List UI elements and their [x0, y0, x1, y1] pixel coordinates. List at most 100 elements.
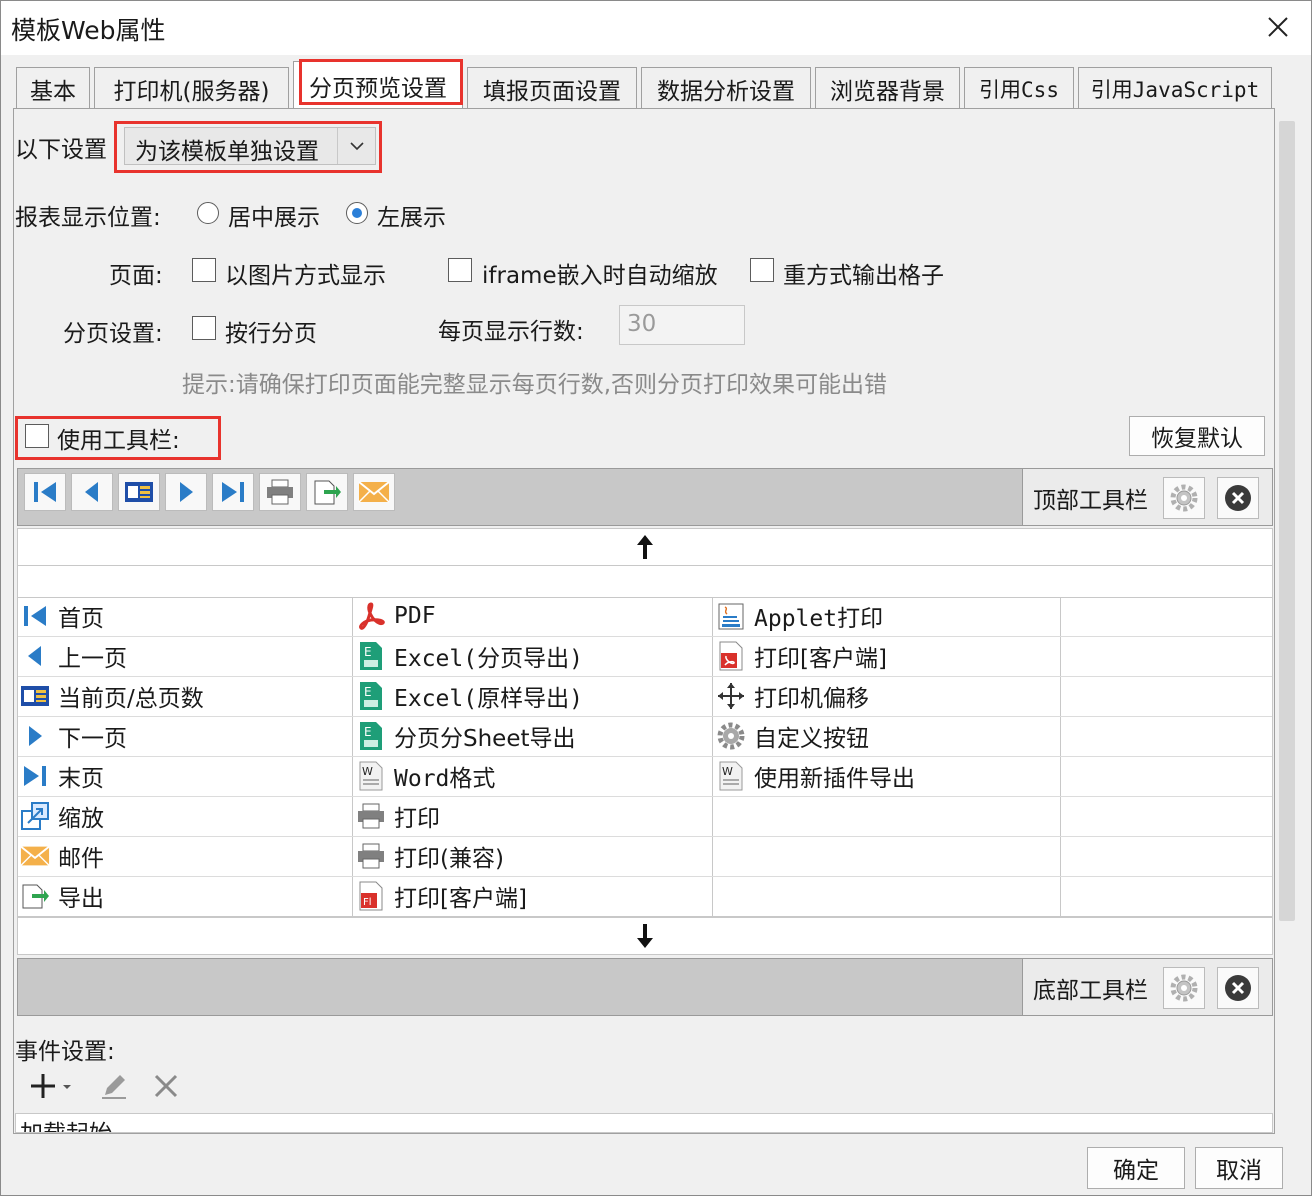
- next-page-tool[interactable]: [165, 473, 207, 511]
- export-tool[interactable]: [306, 473, 348, 511]
- tab-printer-server[interactable]: 打印机(服务器): [94, 67, 289, 109]
- restore-default-button[interactable]: 恢复默认: [1129, 416, 1265, 456]
- item-last-page[interactable]: 末页: [20, 756, 104, 796]
- page-by-row-label: 按行分页: [225, 321, 317, 347]
- print-tool[interactable]: [259, 473, 301, 511]
- checkbox-use-toolbar[interactable]: [25, 424, 49, 448]
- item-excel-sheet[interactable]: E 分页分Sheet导出: [356, 716, 576, 756]
- printer-icon: [267, 479, 293, 505]
- rows-per-page-label: 每页显示行数:: [438, 319, 584, 345]
- add-event-button[interactable]: [29, 1069, 77, 1103]
- chevron-down-icon: [337, 128, 376, 164]
- scrollbar-thumb[interactable]: [1279, 121, 1295, 921]
- top-toolbar: 顶部工具栏: [17, 468, 1273, 526]
- item-custom-button[interactable]: 自定义按钮: [716, 716, 869, 756]
- item-new-plugin-export[interactable]: W 使用新插件导出: [716, 756, 915, 796]
- top-toolbar-remove-button[interactable]: [1217, 477, 1259, 519]
- use-toolbar-label: 使用工具栏:: [57, 428, 180, 454]
- item-zoom[interactable]: 缩放: [20, 796, 104, 836]
- item-prev-page[interactable]: 上一页: [20, 636, 127, 676]
- tab-data-analysis[interactable]: 数据分析设置: [641, 67, 811, 109]
- last-page-icon: [24, 766, 46, 786]
- item-pdf[interactable]: PDF: [356, 596, 436, 636]
- checkbox-image-mode[interactable]: [192, 258, 216, 282]
- item-applet-print[interactable]: Applet打印: [716, 596, 883, 636]
- item-excel-paged[interactable]: E Excel(分页导出): [356, 636, 583, 676]
- prev-page-tool[interactable]: [71, 473, 113, 511]
- svg-text:W: W: [722, 765, 733, 778]
- mail-icon: [20, 845, 50, 866]
- events-list[interactable]: 加载起始: [15, 1113, 1273, 1133]
- close-button[interactable]: [1253, 5, 1303, 49]
- mail-icon: [358, 481, 390, 503]
- radio-center[interactable]: [197, 202, 219, 224]
- item-print-client-flash[interactable]: Fl 打印[客户端]: [356, 876, 527, 916]
- tab-page-preview[interactable]: 分页预览设置: [293, 61, 463, 109]
- item-print-compat[interactable]: 打印(兼容): [356, 836, 504, 876]
- delete-x-icon: [154, 1074, 178, 1098]
- move-down-button[interactable]: [17, 917, 1273, 955]
- export-icon: [22, 884, 49, 909]
- toolbar-items-grid: 首页 上一页 当前页/总页数 下一页 末页 缩放 邮件 导出 PDF E Exc…: [17, 597, 1273, 917]
- flash-print-icon: Fl: [359, 881, 383, 911]
- mail-tool[interactable]: [353, 473, 395, 511]
- cancel-button[interactable]: 取消: [1195, 1147, 1283, 1189]
- edit-event-button[interactable]: [97, 1069, 131, 1103]
- bottom-toolbar-settings-button[interactable]: [1163, 967, 1205, 1009]
- events-label: 事件设置:: [15, 1039, 115, 1065]
- tab-basic[interactable]: 基本: [16, 67, 90, 109]
- tab-browser-bg[interactable]: 浏览器背景: [815, 67, 960, 109]
- page-label: 页面:: [109, 263, 163, 289]
- first-page-icon: [34, 482, 56, 502]
- first-page-tool[interactable]: [24, 473, 66, 511]
- position-label: 报表显示位置:: [15, 205, 161, 231]
- close-icon: [1268, 17, 1288, 37]
- pdf-icon: [359, 602, 385, 630]
- item-word[interactable]: W Word格式: [356, 756, 495, 796]
- gear-icon: [717, 722, 745, 750]
- item-printer-offset[interactable]: 打印机偏移: [716, 676, 869, 716]
- radio-left[interactable]: [346, 202, 368, 224]
- last-page-icon: [222, 482, 244, 502]
- mode-select[interactable]: 为该模板单独设置: [124, 127, 376, 165]
- top-toolbar-label: 顶部工具栏: [1033, 488, 1148, 514]
- vertical-scrollbar[interactable]: [1277, 113, 1297, 1131]
- item-print[interactable]: 打印: [356, 796, 440, 836]
- bottom-toolbar-remove-button[interactable]: [1217, 967, 1259, 1009]
- bottom-toolbar-label: 底部工具栏: [1033, 978, 1148, 1004]
- delete-event-button[interactable]: [149, 1069, 183, 1103]
- tab-fill-page[interactable]: 填报页面设置: [467, 67, 637, 109]
- checkbox-iframe-scale[interactable]: [448, 258, 472, 282]
- last-page-tool[interactable]: [212, 473, 254, 511]
- current-page-tool[interactable]: [118, 473, 160, 511]
- svg-text:E: E: [364, 645, 372, 659]
- item-current-total[interactable]: 当前页/总页数: [20, 676, 204, 716]
- arrow-up-icon: [637, 535, 653, 559]
- page-count-icon: [125, 482, 153, 502]
- bottom-toolbar-controls: 底部工具栏: [1022, 959, 1272, 1015]
- pencil-icon: [102, 1075, 126, 1099]
- item-mail[interactable]: 邮件: [20, 836, 104, 876]
- move-up-button[interactable]: [17, 528, 1273, 566]
- tab-javascript[interactable]: 引用JavaScript: [1078, 67, 1272, 109]
- item-first-page[interactable]: 首页: [20, 596, 104, 636]
- heavy-output-label: 重方式输出格子: [783, 263, 944, 289]
- svg-text:E: E: [364, 685, 372, 699]
- plus-icon: [31, 1074, 71, 1098]
- item-export[interactable]: 导出: [20, 876, 104, 916]
- ok-button[interactable]: 确定: [1087, 1147, 1185, 1189]
- first-page-icon: [24, 606, 46, 626]
- mode-select-value: 为该模板单独设置: [135, 139, 319, 165]
- tab-css[interactable]: 引用Css: [964, 67, 1074, 109]
- item-next-page[interactable]: 下一页: [20, 716, 127, 756]
- checkbox-heavy-output[interactable]: [750, 258, 774, 282]
- rows-per-page-input[interactable]: 30: [619, 305, 745, 345]
- item-excel-original[interactable]: E Excel(原样导出): [356, 676, 583, 716]
- checkbox-page-by-row[interactable]: [192, 316, 216, 340]
- zoom-icon: [21, 802, 49, 830]
- image-mode-label: 以图片方式显示: [225, 263, 386, 289]
- top-toolbar-settings-button[interactable]: [1163, 477, 1205, 519]
- paging-hint: 提示:请确保打印页面能完整显示每页行数,否则分页打印效果可能出错: [182, 372, 888, 398]
- svg-text:Fl: Fl: [363, 897, 372, 908]
- item-print-client-pdf[interactable]: 打印[客户端]: [716, 636, 887, 676]
